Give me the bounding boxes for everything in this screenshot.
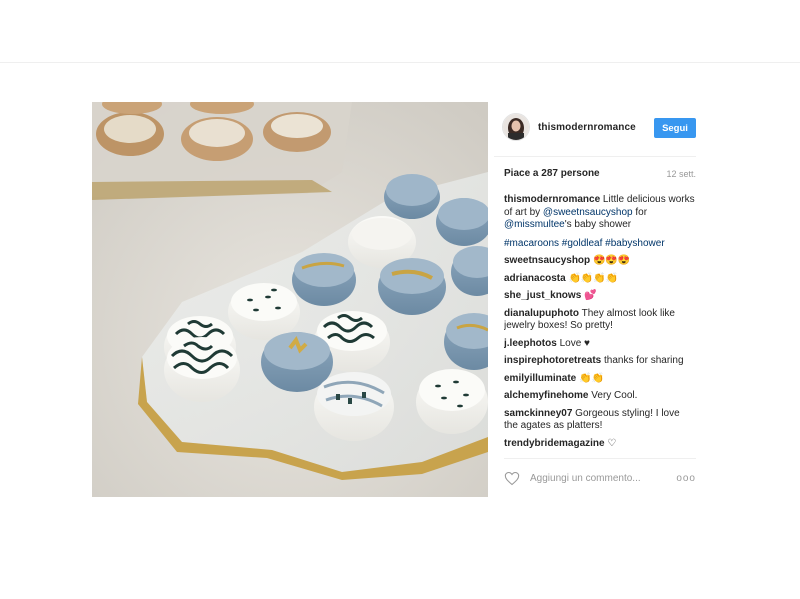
comments-divider (504, 458, 696, 459)
comment-item: j.leephotos Love ♥ (504, 338, 696, 351)
comment-username[interactable]: j.leephotos (504, 338, 557, 349)
comment-text: thanks for sharing (604, 355, 684, 366)
comment-username[interactable]: alchemyfinehome (504, 390, 588, 401)
comment-username[interactable]: dianalupuphoto (504, 308, 579, 319)
caption-mention-1[interactable]: @sweetnsaucyshop (543, 207, 633, 218)
comment-text: Very Cool. (591, 390, 638, 401)
add-comment-row: Aggiungi un commento... ooo (504, 468, 696, 488)
comment-item: trendybridemagazine ♡ (504, 438, 696, 451)
comments-list: thismodernromance Little delicious works… (504, 194, 696, 452)
caption-username[interactable]: thismodernromance (504, 194, 600, 205)
post-date[interactable]: 12 sett. (666, 169, 696, 179)
post-username[interactable]: thismodernromance (538, 122, 636, 133)
macarons-photo-illustration (92, 102, 488, 497)
comment-username[interactable]: emilyilluminate (504, 373, 576, 384)
likes-count[interactable]: Piace a 287 persone (504, 168, 600, 179)
comment-text: 👏👏 (579, 372, 604, 384)
likes-row: Piace a 287 persone 12 sett. (504, 168, 696, 179)
comment-text: 👏👏👏👏 (568, 272, 619, 284)
instagram-post: thismodernromance Segui Piace a 287 pers… (92, 102, 696, 497)
avatar-image (503, 114, 529, 140)
comment-item: adrianacosta 👏👏👏👏 (504, 273, 696, 286)
add-comment-input[interactable]: Aggiungi un commento... (530, 473, 676, 484)
comment-item: sweetnsaucyshop 😍😍😍 (504, 255, 696, 268)
avatar[interactable] (502, 113, 530, 141)
post-photo[interactable] (92, 102, 488, 497)
comment-username[interactable]: samckinney07 (504, 408, 572, 419)
follow-button[interactable]: Segui (654, 118, 696, 138)
comment-item: emilyilluminate 👏👏 (504, 373, 696, 386)
comment-text: Love ♥ (559, 337, 590, 349)
comment-text: 💕 (584, 290, 597, 301)
comment-text: ♡ (607, 437, 617, 449)
header-divider (494, 156, 696, 157)
comment-item: inspirephotoretreats thanks for sharing (504, 355, 696, 368)
caption-text-2: for (635, 206, 648, 218)
comment-item: alchemyfinehome Very Cool. (504, 390, 696, 403)
caption-text-3: 's baby shower (564, 219, 632, 230)
top-divider (0, 62, 800, 63)
comment-item: she_just_knows 💕 (504, 290, 696, 303)
more-options-icon[interactable]: ooo (676, 473, 696, 484)
post-header: thismodernromance Segui (494, 102, 696, 150)
comment-item: samckinney07 Gorgeous styling! I love th… (504, 408, 696, 433)
post-sidebar: thismodernromance Segui Piace a 287 pers… (494, 102, 696, 497)
comment-username[interactable]: inspirephotoretreats (504, 355, 601, 366)
caption-mention-2[interactable]: @missmultee (504, 219, 565, 230)
comment-username[interactable]: sweetnsaucyshop (504, 255, 590, 266)
heart-outline-icon[interactable] (504, 471, 520, 486)
caption: thismodernromance Little delicious works… (504, 194, 696, 232)
comment-username[interactable]: she_just_knows (504, 290, 581, 301)
caption-hashtags[interactable]: #macaroons #goldleaf #babyshower (504, 238, 696, 251)
comment-item: dianalupuphoto They almost look like jew… (504, 308, 696, 333)
comment-text: 😍😍😍 (592, 255, 631, 266)
comment-username[interactable]: adrianacosta (504, 273, 566, 284)
comment-username[interactable]: trendybridemagazine (504, 438, 605, 449)
